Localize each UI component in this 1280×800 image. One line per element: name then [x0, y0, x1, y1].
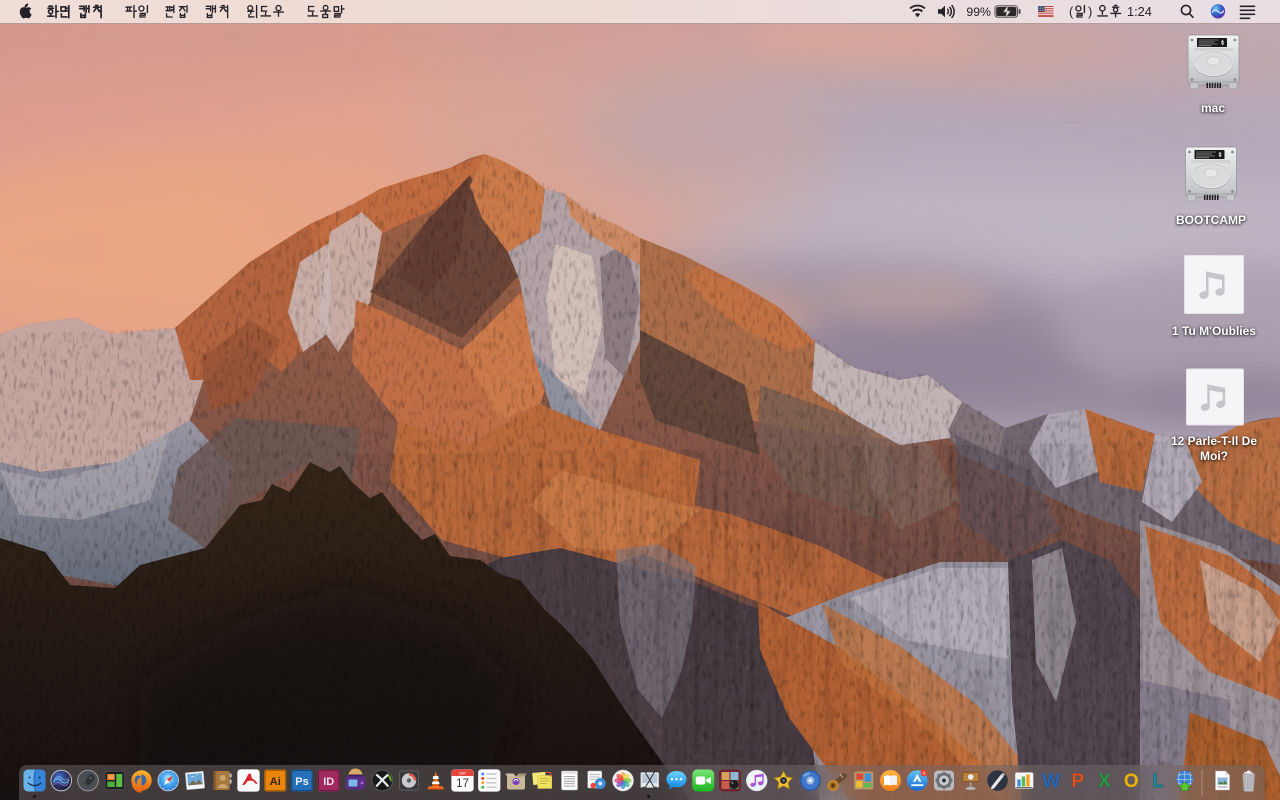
svg-text:P: P	[1071, 771, 1084, 792]
svg-text:SAT: SAT	[459, 772, 467, 776]
svg-text:17: 17	[456, 778, 469, 790]
svg-text:): )	[1088, 4, 1092, 19]
svg-text:X: X	[1098, 771, 1111, 792]
svg-text:W: W	[1042, 771, 1060, 792]
svg-text:O: O	[1124, 771, 1139, 792]
svg-text:L: L	[1152, 771, 1164, 792]
svg-text:Ps: Ps	[295, 776, 308, 788]
svg-text:ID: ID	[323, 776, 334, 788]
svg-text:1:24: 1:24	[1127, 4, 1152, 19]
svg-text:(: (	[1069, 4, 1074, 19]
svg-text:99%: 99%	[966, 5, 991, 19]
svg-text:Ai: Ai	[270, 776, 281, 788]
